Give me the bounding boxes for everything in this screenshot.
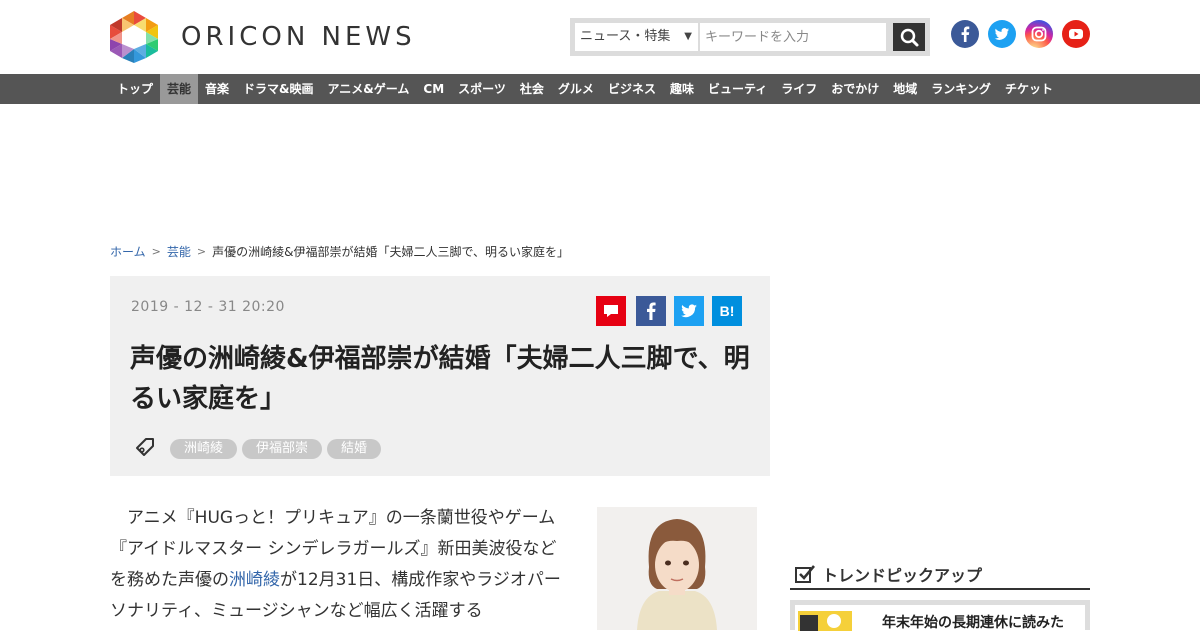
search-category-label: ニュース・特集	[580, 29, 671, 44]
comment-share-button[interactable]	[596, 296, 626, 326]
search-button[interactable]	[893, 23, 925, 51]
article-header: 2019 - 12 - 31 20:20 B! 声優の洲崎綾&伊福部崇が結婚「夫…	[110, 276, 770, 476]
search-input[interactable]	[700, 23, 886, 51]
nav-item[interactable]: 趣味	[663, 74, 701, 104]
breadcrumb: ホーム > 芸能 > 声優の洲崎綾&伊福部崇が結婚「夫婦二人三脚で、明るい家庭を…	[110, 243, 569, 260]
article-photo[interactable]	[597, 507, 757, 630]
breadcrumb-category[interactable]: 芸能	[167, 243, 191, 260]
nav-item[interactable]: スポーツ	[451, 74, 513, 104]
breadcrumb-home[interactable]: ホーム	[110, 243, 146, 260]
breadcrumb-current: 声優の洲崎綾&伊福部崇が結婚「夫婦二人三脚で、明るい家庭を」	[212, 245, 569, 259]
nav-item[interactable]: グルメ	[551, 74, 601, 104]
trend-pickup-title: トレンドピックアップ	[822, 566, 983, 585]
search-icon	[900, 28, 919, 47]
chevron-right-icon: >	[151, 245, 161, 258]
article-date: 2019 - 12 - 31 20:20	[131, 299, 285, 315]
twitter-icon	[681, 304, 697, 318]
nav-item[interactable]: 社会	[513, 74, 551, 104]
tag-icon	[136, 438, 154, 456]
nav-item[interactable]: ドラマ&映画	[236, 74, 320, 104]
tag-chip[interactable]: 伊福部崇	[242, 439, 323, 459]
tag-list: 洲崎綾 伊福部崇 結婚	[170, 439, 382, 459]
brand-name[interactable]: ORICON NEWS	[181, 22, 416, 52]
hatena-bookmark-button[interactable]: B!	[712, 296, 742, 326]
global-nav: トップ 芸能 音楽 ドラマ&映画 アニメ&ゲーム CM スポーツ 社会 グルメ ビジネス 趣味 ビュー…	[0, 74, 1200, 104]
nav-item[interactable]: ビューティ	[701, 74, 774, 104]
instagram-icon[interactable]	[1025, 20, 1053, 48]
trend-pickup-header: トレンドピックアップ	[790, 558, 1090, 590]
search-category-select[interactable]: ニュース・特集 ▼	[575, 23, 698, 51]
nav-item[interactable]: アニメ&ゲーム	[321, 74, 417, 104]
nav-item[interactable]: ランキング	[924, 74, 998, 104]
nav-item[interactable]: おでかけ	[824, 74, 886, 104]
person-link[interactable]: 洲崎綾	[229, 570, 280, 590]
nav-item[interactable]: 芸能	[160, 74, 199, 104]
nav-item[interactable]: ライフ	[774, 74, 824, 104]
youtube-icon[interactable]	[1062, 20, 1090, 48]
portrait-image	[597, 507, 757, 630]
dropdown-arrow-icon: ▼	[684, 31, 692, 42]
nav-item[interactable]: 音楽	[198, 74, 236, 104]
comment-icon	[604, 305, 618, 317]
facebook-icon[interactable]	[951, 20, 979, 48]
nav-item[interactable]: トップ	[110, 74, 160, 104]
article-title: 声優の洲崎綾&伊福部崇が結婚「夫婦二人三脚で、明るい家庭を」	[130, 344, 750, 414]
nav-item[interactable]: CM	[416, 74, 451, 104]
facebook-share-button[interactable]	[636, 296, 666, 326]
trend-thumbnail	[798, 611, 852, 631]
twitter-share-button[interactable]	[674, 296, 704, 326]
nav-item[interactable]: チケット	[998, 74, 1060, 104]
site-header: ORICON NEWS ニュース・特集 ▼	[0, 0, 1200, 74]
twitter-icon[interactable]	[988, 20, 1016, 48]
search-bar: ニュース・特集 ▼	[570, 18, 930, 56]
checkbox-icon	[795, 565, 815, 583]
nav-list: トップ 芸能 音楽 ドラマ&映画 アニメ&ゲーム CM スポーツ 社会 グルメ ビジネス 趣味 ビュー…	[110, 74, 1060, 104]
tag-chip[interactable]: 結婚	[327, 439, 382, 459]
nav-item[interactable]: 地域	[886, 74, 924, 104]
chevron-right-icon: >	[196, 245, 207, 258]
tag-chip[interactable]: 洲崎綾	[170, 439, 238, 459]
trend-item[interactable]: 年末年始の長期連休に読みた	[790, 600, 1090, 631]
oricon-logo-icon[interactable]	[110, 11, 158, 63]
nav-item[interactable]: ビジネス	[601, 74, 663, 104]
facebook-icon	[647, 302, 656, 320]
article-body: アニメ『HUGっと！プリキュア』の一条蘭世役やゲーム『アイドルマスター シンデレ…	[110, 503, 570, 627]
trend-item-title: 年末年始の長期連休に読みた	[882, 615, 1064, 631]
